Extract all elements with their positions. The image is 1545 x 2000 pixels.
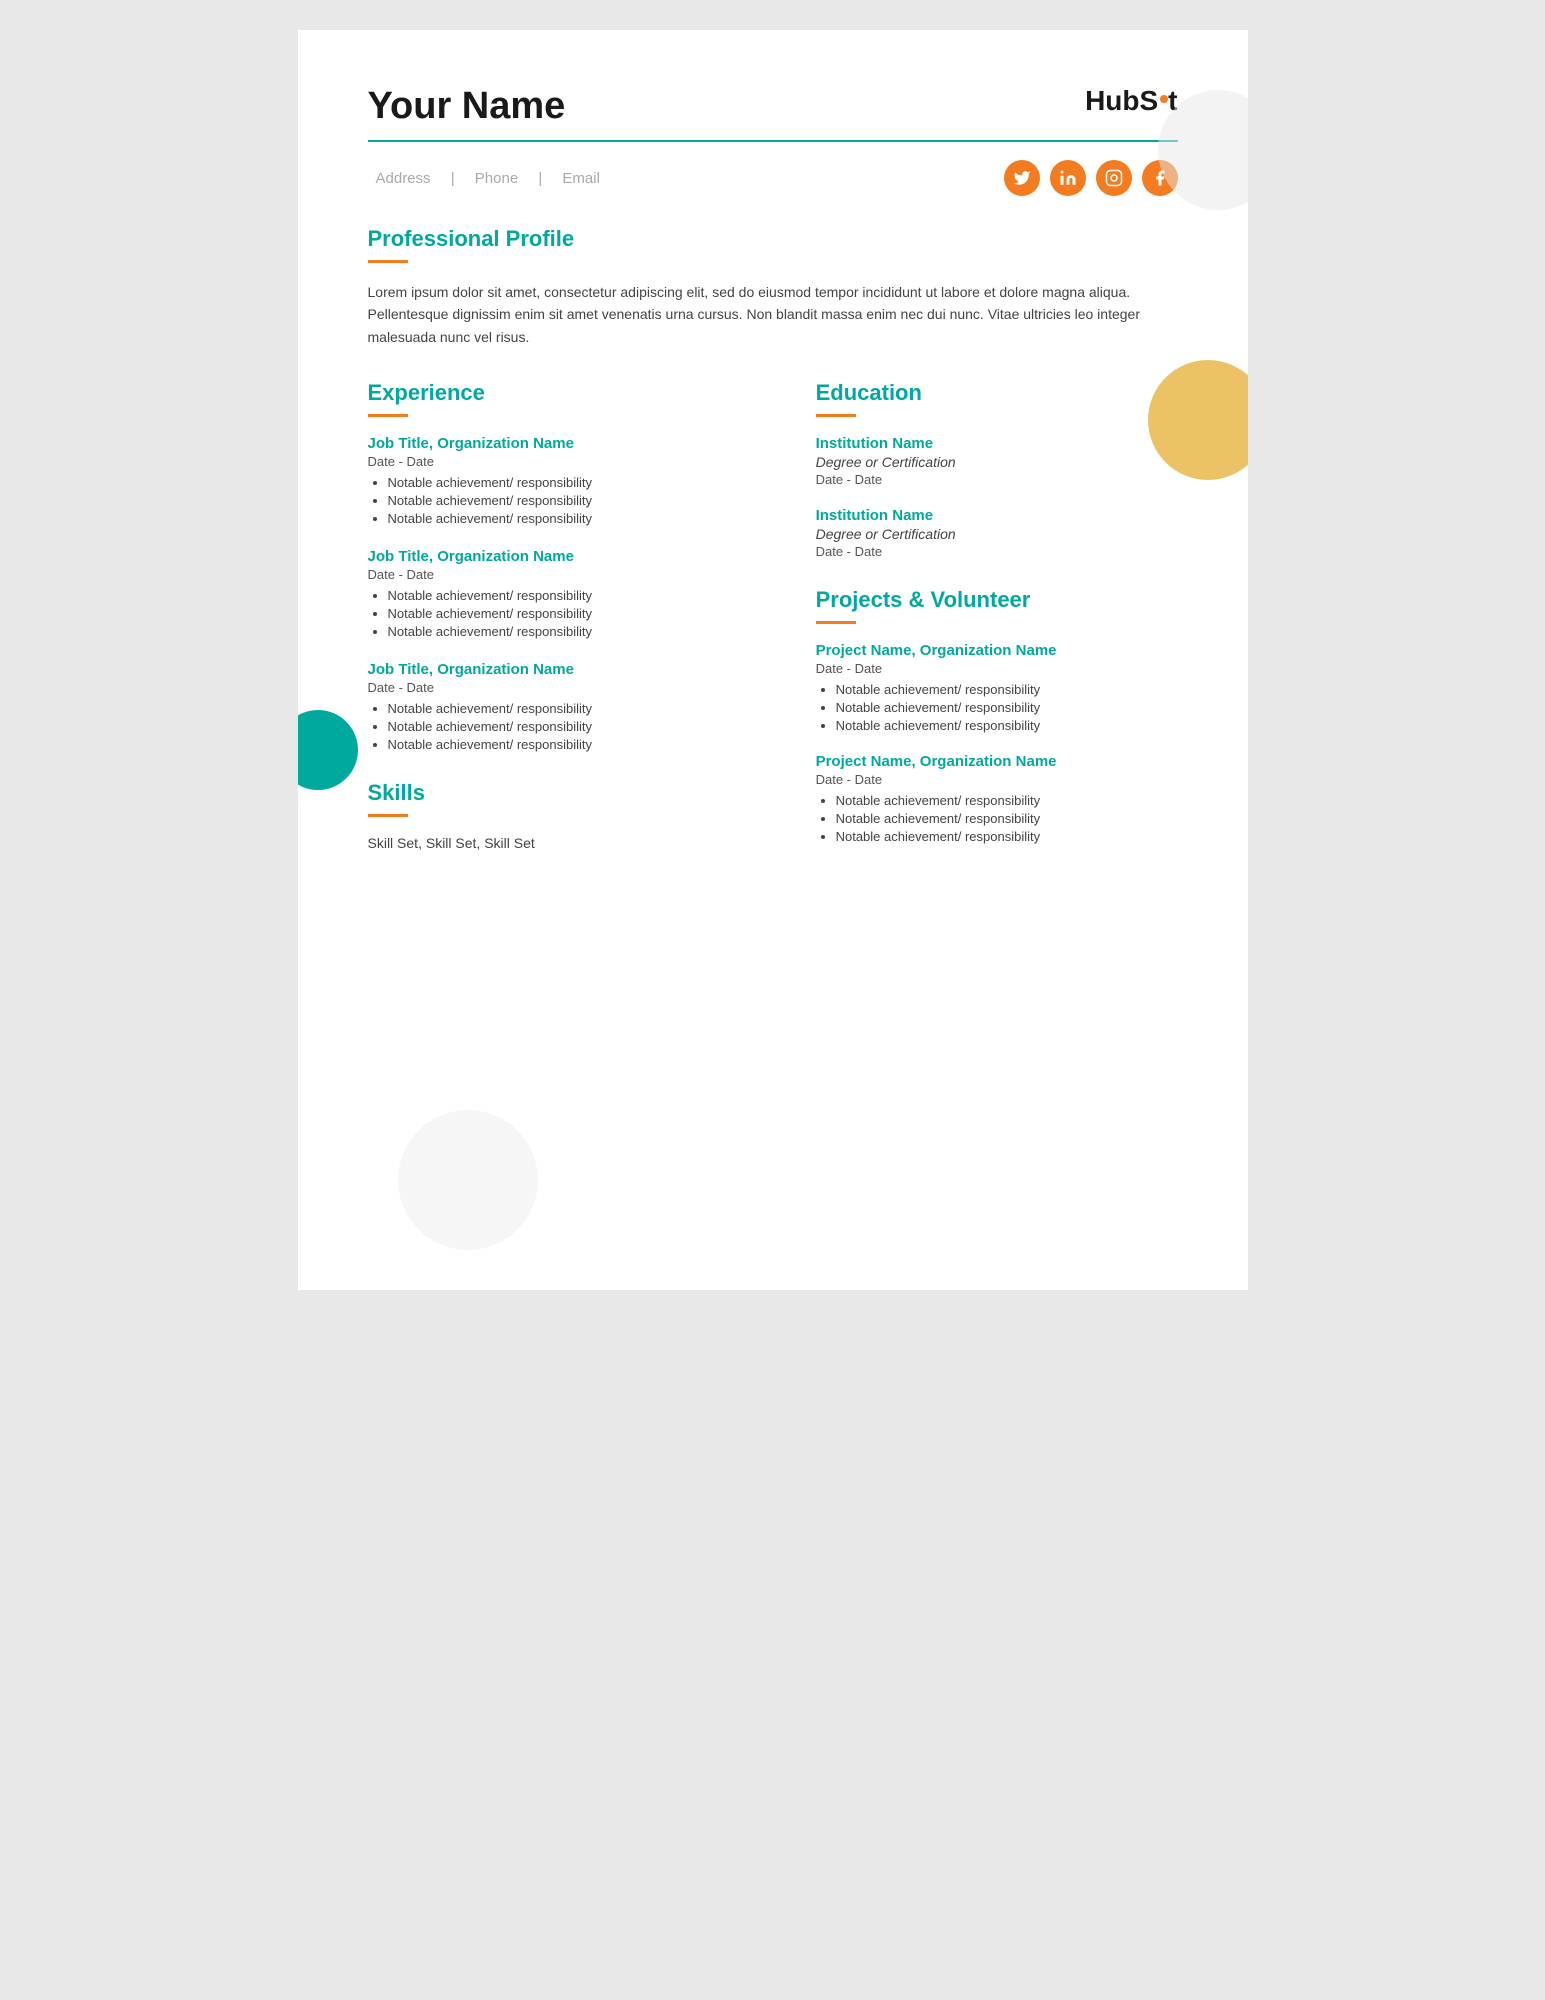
experience-section: Experience Job Title, Organization Name … (368, 380, 766, 752)
job-bullets-3: Notable achievement/ responsibility Nota… (368, 701, 766, 752)
job-entry-2: Job Title, Organization Name Date - Date… (368, 548, 766, 639)
name-heading: Your Name (368, 85, 566, 128)
project-bullet-2-3: Notable achievement/ responsibility (836, 829, 1178, 844)
degree-1: Degree or Certification (816, 454, 1178, 470)
experience-underline (368, 414, 408, 417)
deco-circle-left (298, 710, 358, 790)
project-bullets-2: Notable achievement/ responsibility Nota… (816, 793, 1178, 844)
hubspot-dot1 (1160, 95, 1168, 103)
profile-title: Professional Profile (368, 226, 1178, 252)
project-bullet-2-1: Notable achievement/ responsibility (836, 793, 1178, 808)
project-bullet-2-2: Notable achievement/ responsibility (836, 811, 1178, 826)
education-title: Education (816, 380, 1178, 406)
edu-entry-2: Institution Name Degree or Certification… (816, 507, 1178, 559)
header-divider (368, 140, 1178, 142)
project-entry-1: Project Name, Organization Name Date - D… (816, 642, 1178, 733)
projects-title: Projects & Volunteer (816, 587, 1178, 613)
profile-section: Professional Profile Lorem ipsum dolor s… (368, 226, 1178, 348)
job-entry-1: Job Title, Organization Name Date - Date… (368, 435, 766, 526)
degree-2: Degree or Certification (816, 526, 1178, 542)
profile-underline (368, 260, 408, 263)
institution-name-2: Institution Name (816, 507, 1178, 524)
job-bullet-3-2: Notable achievement/ responsibility (388, 719, 766, 734)
job-entry-3: Job Title, Organization Name Date - Date… (368, 661, 766, 752)
two-col-layout: Experience Job Title, Organization Name … (368, 380, 1178, 864)
job-bullet-1-1: Notable achievement/ responsibility (388, 475, 766, 490)
skills-underline (368, 814, 408, 817)
contact-info: Address | Phone | Email (368, 170, 608, 187)
project-title-1: Project Name, Organization Name (816, 642, 1178, 659)
twitter-icon[interactable] (1004, 160, 1040, 196)
separator1: | (451, 170, 455, 187)
linkedin-icon[interactable] (1050, 160, 1086, 196)
skills-title: Skills (368, 780, 766, 806)
job-title-3: Job Title, Organization Name (368, 661, 766, 678)
edu-entry-1: Institution Name Degree or Certification… (816, 435, 1178, 487)
job-bullet-2-1: Notable achievement/ responsibility (388, 588, 766, 603)
header: Your Name HubSt (368, 85, 1178, 128)
job-bullet-3-3: Notable achievement/ responsibility (388, 737, 766, 752)
address-text: Address (376, 170, 431, 187)
job-date-1: Date - Date (368, 454, 766, 469)
phone-text: Phone (475, 170, 518, 187)
education-section: Education Institution Name Degree or Cer… (816, 380, 1178, 559)
hubspot-text1: HubS (1085, 85, 1158, 117)
right-column: Education Institution Name Degree or Cer… (816, 380, 1178, 864)
education-underline (816, 414, 856, 417)
job-title-2: Job Title, Organization Name (368, 548, 766, 565)
skills-text: Skill Set, Skill Set, Skill Set (368, 835, 766, 851)
project-date-1: Date - Date (816, 661, 1178, 676)
projects-underline (816, 621, 856, 624)
institution-name-1: Institution Name (816, 435, 1178, 452)
job-bullets-2: Notable achievement/ responsibility Nota… (368, 588, 766, 639)
project-bullet-1-2: Notable achievement/ responsibility (836, 700, 1178, 715)
job-bullet-1-2: Notable achievement/ responsibility (388, 493, 766, 508)
deco-circle-bottom-left (398, 1110, 538, 1250)
job-bullets-1: Notable achievement/ responsibility Nota… (368, 475, 766, 526)
separator2: | (538, 170, 542, 187)
job-date-3: Date - Date (368, 680, 766, 695)
job-bullet-2-3: Notable achievement/ responsibility (388, 624, 766, 639)
resume-page: Your Name HubSt Address | Phone | Email (298, 30, 1248, 1290)
hubspot-logo: HubSt (1085, 85, 1177, 117)
profile-text: Lorem ipsum dolor sit amet, consectetur … (368, 281, 1178, 348)
contact-row: Address | Phone | Email (368, 160, 1178, 196)
project-bullet-1-1: Notable achievement/ responsibility (836, 682, 1178, 697)
job-title-1: Job Title, Organization Name (368, 435, 766, 452)
project-bullet-1-3: Notable achievement/ responsibility (836, 718, 1178, 733)
job-date-2: Date - Date (368, 567, 766, 582)
project-date-2: Date - Date (816, 772, 1178, 787)
projects-section: Projects & Volunteer Project Name, Organ… (816, 587, 1178, 844)
instagram-icon[interactable] (1096, 160, 1132, 196)
experience-title: Experience (368, 380, 766, 406)
job-bullet-2-2: Notable achievement/ responsibility (388, 606, 766, 621)
project-entry-2: Project Name, Organization Name Date - D… (816, 753, 1178, 844)
job-bullet-1-3: Notable achievement/ responsibility (388, 511, 766, 526)
edu-date-1: Date - Date (816, 472, 1178, 487)
edu-date-2: Date - Date (816, 544, 1178, 559)
left-column: Experience Job Title, Organization Name … (368, 380, 766, 864)
email-text: Email (562, 170, 600, 187)
project-bullets-1: Notable achievement/ responsibility Nota… (816, 682, 1178, 733)
skills-section: Skills Skill Set, Skill Set, Skill Set (368, 780, 766, 851)
social-icons (1004, 160, 1178, 196)
project-title-2: Project Name, Organization Name (816, 753, 1178, 770)
job-bullet-3-1: Notable achievement/ responsibility (388, 701, 766, 716)
